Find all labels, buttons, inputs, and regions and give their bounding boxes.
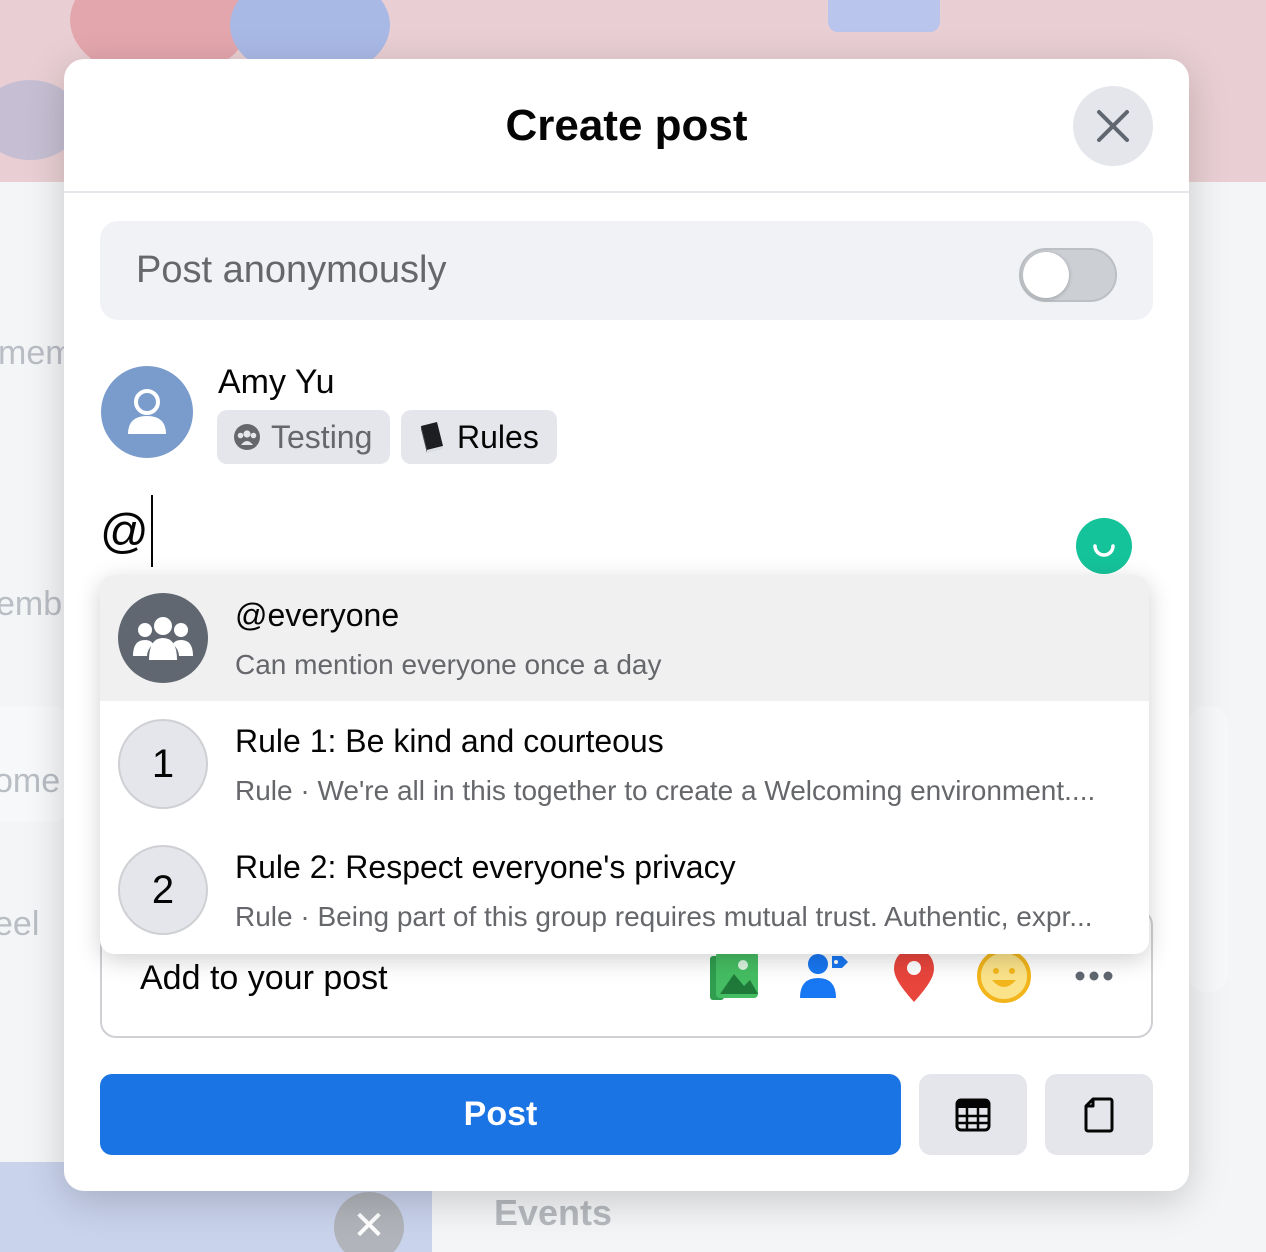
close-button[interactable]: [1073, 86, 1153, 166]
background-text-fragment: eel: [0, 905, 40, 943]
dialog-title: Create post: [505, 101, 748, 150]
post-text-input[interactable]: @: [100, 495, 153, 567]
mention-option-everyone[interactable]: @everyone Can mention everyone once a da…: [100, 575, 1149, 701]
mention-option-title: Rule 1: Be kind and courteous: [235, 723, 664, 759]
background-text-fragment: mem: [0, 334, 74, 372]
audience-chip-label: Testing: [271, 418, 373, 455]
mention-option-title: @everyone: [235, 597, 400, 633]
document-icon: [1084, 1097, 1114, 1132]
toggle-knob: [1023, 252, 1069, 298]
feeling-emoji-icon[interactable]: [975, 947, 1033, 1005]
photo-video-icon[interactable]: [705, 947, 763, 1005]
add-to-post-icons: [705, 947, 1123, 1005]
background-text-fragment: ome: [0, 762, 61, 800]
mention-option-title: Rule 2: Respect everyone's privacy: [235, 849, 736, 885]
close-icon: [1097, 110, 1129, 142]
background-events-heading: Events: [494, 1192, 613, 1233]
mention-option-subtitle: Rule · We're all in this together to cre…: [235, 775, 1096, 806]
number-badge-icon: 2: [118, 845, 208, 935]
smile-arc-icon: [1093, 544, 1115, 557]
post-anonymously-label: Post anonymously: [136, 249, 447, 291]
tag-people-icon[interactable]: [795, 947, 853, 1005]
mention-suggestions-dropdown: @everyone Can mention everyone once a da…: [100, 575, 1149, 954]
group-icon: [234, 424, 260, 450]
post-anonymously-row[interactable]: Post anonymously: [100, 221, 1153, 320]
author-name[interactable]: Amy Yu: [218, 363, 335, 402]
audience-chip[interactable]: Testing: [217, 410, 391, 464]
background-card: [1188, 706, 1228, 992]
rules-chip[interactable]: Rules: [401, 410, 557, 464]
grammarly-icon[interactable]: [1076, 518, 1132, 574]
avatar[interactable]: [101, 366, 193, 458]
calendar-icon: [955, 1098, 991, 1131]
mention-option-subtitle: Can mention everyone once a day: [235, 649, 662, 680]
default-user-icon: [128, 389, 166, 434]
drafts-button[interactable]: [1045, 1074, 1153, 1155]
rules-chip-label: Rules: [457, 418, 539, 455]
post-anonymously-toggle[interactable]: [1019, 248, 1117, 302]
background-text-fragment: emb: [0, 585, 63, 623]
post-text-value: @: [100, 505, 149, 559]
book-icon: [421, 422, 443, 453]
mention-option-subtitle: Rule · Being part of this group requires…: [235, 901, 1093, 932]
number-badge-icon: 1: [118, 719, 208, 809]
location-pin-icon[interactable]: [885, 947, 943, 1005]
add-to-post-label: Add to your post: [140, 959, 388, 997]
group-icon: [118, 593, 208, 683]
text-caret: [150, 495, 153, 567]
more-icon[interactable]: [1065, 947, 1123, 1005]
schedule-button[interactable]: [919, 1074, 1027, 1155]
post-button[interactable]: Post: [100, 1074, 901, 1155]
dialog-header: Create post: [64, 59, 1189, 193]
mention-option-rule-2[interactable]: 2 Rule 2: Respect everyone's privacy Rul…: [100, 827, 1149, 953]
mention-option-rule-1[interactable]: 1 Rule 1: Be kind and courteous Rule · W…: [100, 701, 1149, 827]
